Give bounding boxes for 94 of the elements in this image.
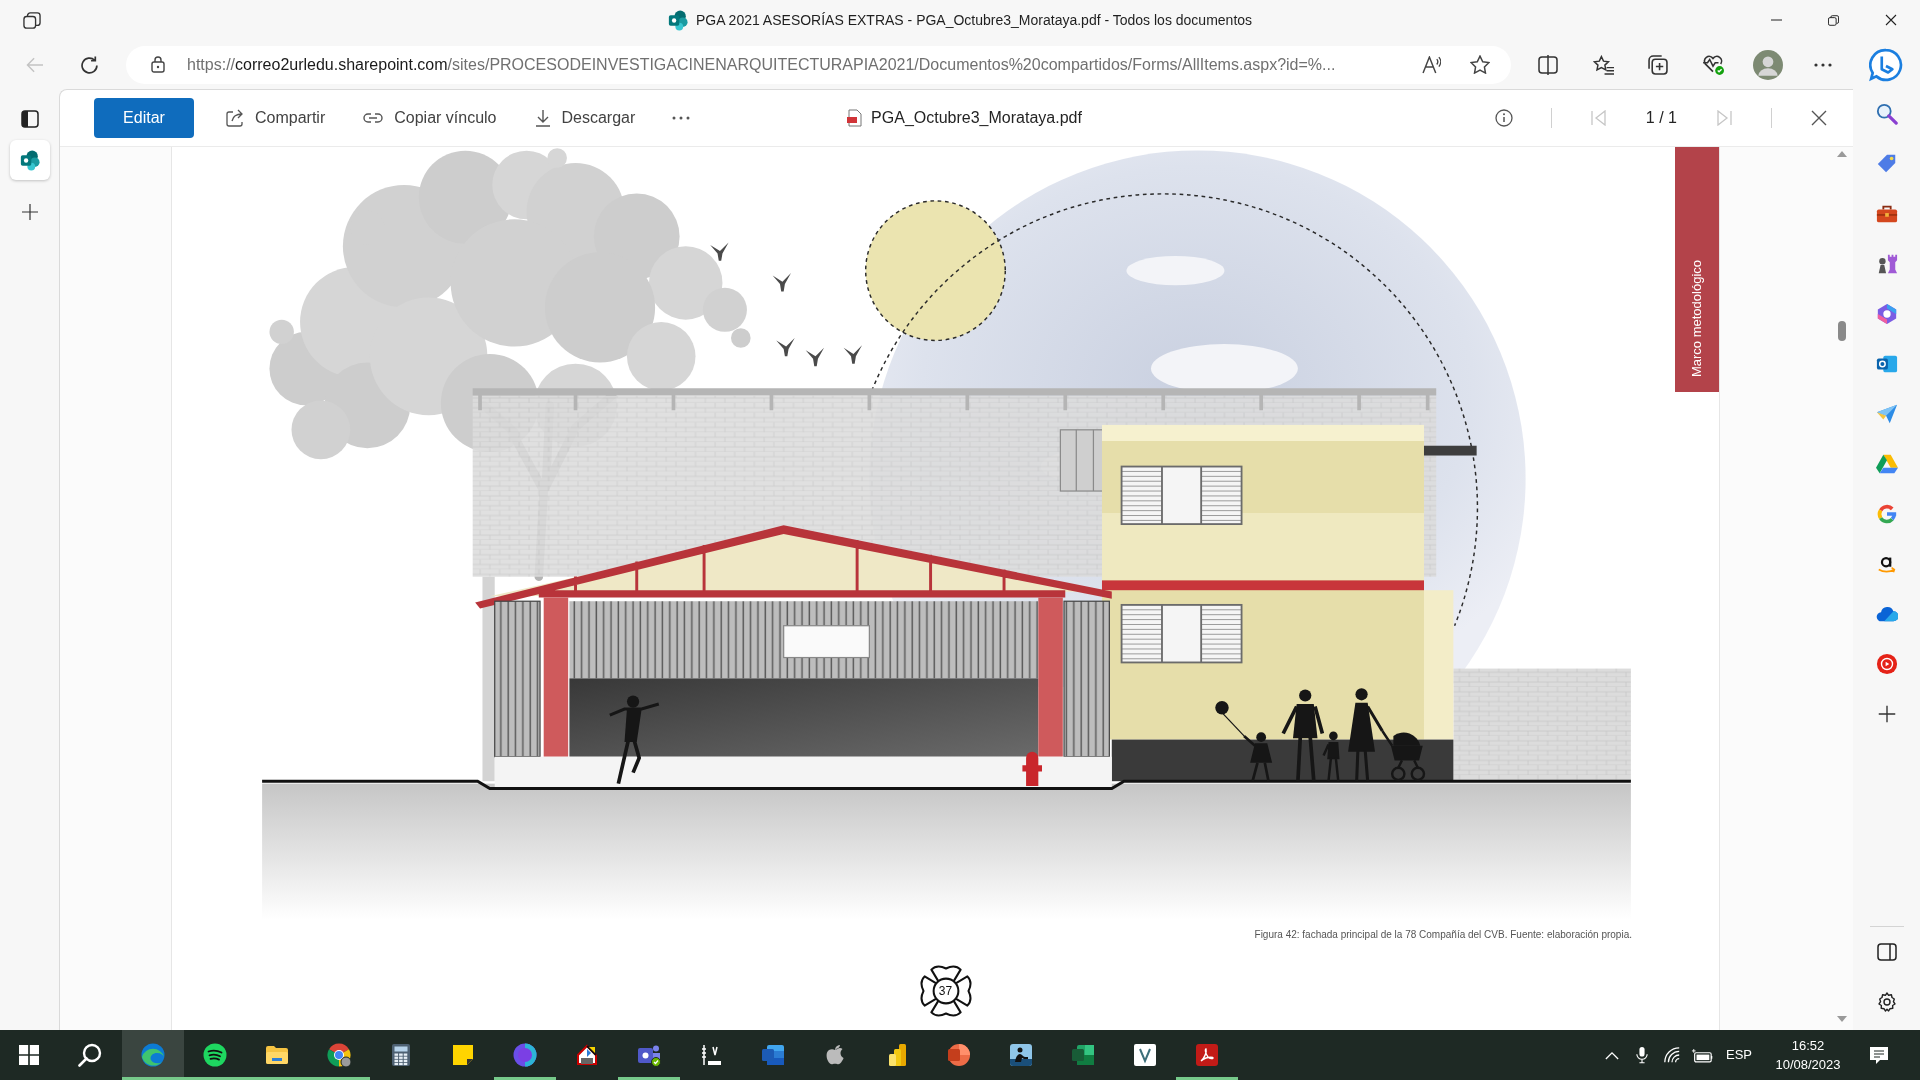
overlapping-circles-logo-icon [19,149,40,171]
settings-icon [1877,992,1896,1012]
minimize-icon [1771,19,1782,21]
address-field[interactable]: https://correo2urledu.sharepoint.com/sites/PROCESODEINVESTIGACINENARQUITECTURAPIA2021/Documentos%20compartidos/Forms/AllItems.aspx?id=%... [126,45,1511,84]
language-indicator[interactable]: ESP [1722,1035,1756,1075]
bird [710,242,729,261]
read-aloud-icon [1421,55,1441,74]
heart-pulse-icon [1702,54,1724,75]
people-logo-icon [637,1043,661,1067]
battery-icon [1691,1047,1713,1063]
reading-person-icon [1009,1043,1033,1067]
paper-plane-icon [1875,403,1898,425]
ruler-tool-icon [699,1043,723,1067]
house-frame-icon [575,1043,599,1067]
balloon [1215,701,1245,737]
swirl-logo-icon [141,1043,165,1067]
sticky-note-icon [451,1043,475,1067]
maltese-cross-icon [918,964,973,1018]
up-arrow-icon[interactable] [1837,151,1847,157]
stacked-document-logo-icon [761,1043,785,1067]
window-title: PGA 2021 ASESORÍAS EXTRAS - PGA_Octubre3_Morataya.pdf - Todos los documentos [695,10,1253,30]
restore-icon [1828,14,1839,26]
add-collection-icon [1648,54,1668,75]
play-circle-icon [1875,653,1898,675]
fire-hydrant [1022,751,1042,787]
section-band-label: Marco metodológico [1689,259,1705,377]
side-panel-icon [1876,943,1897,961]
vertical-tab[interactable] [9,140,50,180]
scrollbar-thumb[interactable] [1838,321,1846,341]
four-squares-icon [19,1045,39,1065]
bird [805,347,825,367]
calculator-icon [389,1043,413,1067]
clock-time[interactable]: 16:52 [1791,1036,1825,1055]
link-icon [363,113,384,123]
url-text: https://correo2urledu.sharepoint.com/sites/PROCESODEINVESTIGACINENARQUITECTURAPIA2021/Documentos%20compartidos/Forms/AllItems.aspx?id=%... [187,54,1337,75]
last-page-icon [1716,110,1732,126]
notification-icon [1869,1045,1889,1065]
child [1242,732,1273,783]
back-arrow-icon [26,56,44,73]
microphone-icon [1636,1046,1648,1064]
document-swirl-logo-icon [1195,1043,1219,1067]
more-icon [1814,62,1832,67]
panel-icon [20,110,39,128]
star-list-icon [1592,54,1614,75]
lock-icon [151,56,165,73]
page-number: 37 [938,985,953,997]
refresh-icon [81,55,99,74]
hexagon-logo-icon [1875,303,1898,325]
triangle-logo-icon [1875,453,1898,475]
segmented-circle-logo-icon [327,1043,351,1067]
first-page-icon [1590,110,1607,126]
page-indicator: 1 / 1 [1645,108,1677,128]
share-icon [226,109,244,127]
plus-icon [21,204,38,220]
bird [772,273,791,292]
tag-icon [1875,153,1898,175]
copy-link-button[interactable]: Copiar vínculo [357,100,503,136]
mail-logo-icon [1875,353,1898,375]
v-mark-icon [1133,1043,1157,1067]
figure-caption: Figura 42: fachada principal de la 78 Compañía del CVB. Fuente: elaboración propia. [1254,928,1632,942]
toolbox-icon [1875,203,1898,225]
folder-icon [265,1043,289,1067]
bird [776,338,795,357]
search-icon [1875,103,1898,125]
close-icon [1884,14,1897,26]
more-icon [672,116,691,120]
file-name: PGA_Octubre3_Morataya.pdf [871,108,1082,128]
close-icon [1811,110,1827,126]
spreadsheet-logo-icon [1071,1043,1095,1067]
circle-logo-icon [513,1043,537,1067]
chat-bubble-icon [1869,47,1903,82]
split-window-icon [1538,54,1558,75]
wifi-icon [1663,1046,1681,1064]
curved-lines-logo-icon [203,1043,227,1067]
download-button[interactable]: Descargar [528,100,642,136]
wall-bracket [1424,445,1477,456]
circle-slide-logo-icon [947,1043,971,1067]
chevron-up-icon [1605,1050,1619,1060]
avatar-icon [1753,49,1783,80]
info-icon [1494,109,1513,127]
star-icon [1470,55,1490,74]
download-icon [534,109,551,127]
g-logo-icon [1875,503,1898,525]
down-arrow-icon[interactable] [1837,1016,1847,1022]
bird [843,345,862,364]
stroller [1381,729,1426,782]
overlapping-circles-logo-icon [667,9,688,31]
child [1322,731,1340,783]
clock-date[interactable]: 10/08/2023 [1775,1055,1841,1074]
share-button[interactable]: Compartir [220,100,332,136]
stacked-squares-icon [23,11,41,29]
pdf-file-icon [847,109,863,127]
edit-button[interactable]: Editar [94,98,194,138]
search-icon [78,1043,102,1067]
